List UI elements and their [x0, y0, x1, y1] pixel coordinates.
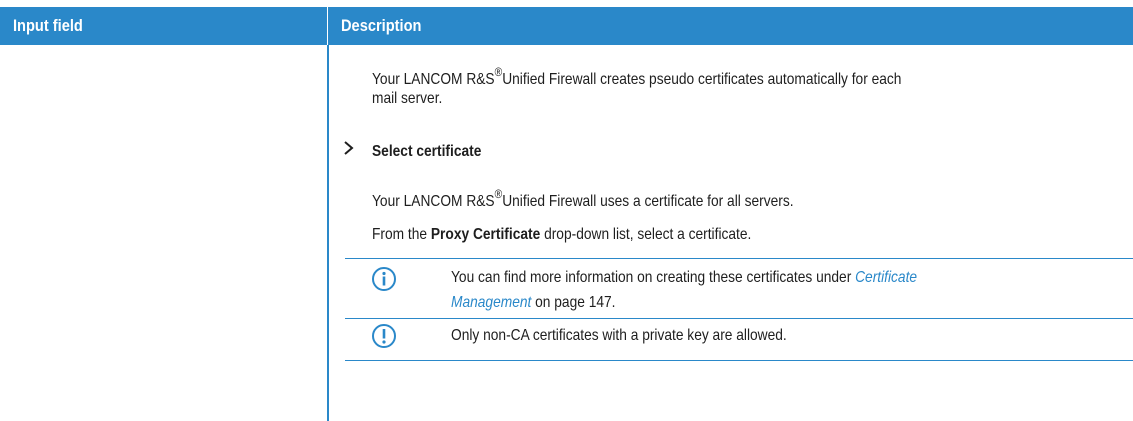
- text-fragment: drop-down list, select a certificate.: [540, 226, 752, 243]
- note-divider-bottom: [345, 360, 1133, 361]
- proxy-certificate-term: Proxy Certificate: [430, 226, 541, 243]
- proxy-certificate-instruction: From the Proxy Certificate drop-down lis…: [372, 224, 751, 246]
- text-fragment: on page 147.: [531, 294, 616, 311]
- pseudo-cert-text-line1: Your LANCOM R&S®Unified Firewall creates…: [372, 61, 901, 91]
- header-description: Description: [341, 16, 422, 35]
- text-fragment: From the: [372, 226, 431, 243]
- warning-icon: [372, 324, 396, 348]
- column-divider: [327, 45, 329, 421]
- table-header: Input field Description: [0, 7, 1133, 45]
- text-fragment: Your LANCOM R&S: [372, 71, 495, 88]
- header-input-field: Input field: [13, 16, 83, 35]
- pseudo-cert-text-line2: mail server.: [372, 90, 443, 107]
- option-title-select-certificate: Select certificate: [372, 143, 482, 160]
- text-fragment: You can find more information on creatin…: [451, 269, 856, 286]
- warning-note-text: Only non-CA certificates with a private …: [451, 327, 787, 344]
- description-table: Input field Description Your LANCOM R&S®…: [0, 7, 1133, 421]
- certificate-management-link[interactable]: Certificate: [855, 269, 917, 286]
- info-note-line2: Management on page 147.: [451, 292, 615, 314]
- text-fragment: Unified Firewall creates pseudo certific…: [502, 71, 902, 88]
- select-cert-description: Your LANCOM R&S®Unified Firewall uses a …: [372, 183, 794, 213]
- info-icon: [372, 267, 396, 291]
- header-divider: [327, 7, 328, 45]
- chevron-right-icon: [344, 141, 354, 155]
- certificate-management-link-cont[interactable]: Management: [451, 294, 531, 311]
- text-fragment: Unified Firewall uses a certificate for …: [502, 193, 794, 210]
- left-border: [0, 45, 1, 421]
- info-note-line1: You can find more information on creatin…: [451, 267, 917, 289]
- note-divider-middle: [345, 318, 1133, 319]
- note-divider-top: [345, 258, 1133, 259]
- text-fragment: Your LANCOM R&S: [372, 193, 495, 210]
